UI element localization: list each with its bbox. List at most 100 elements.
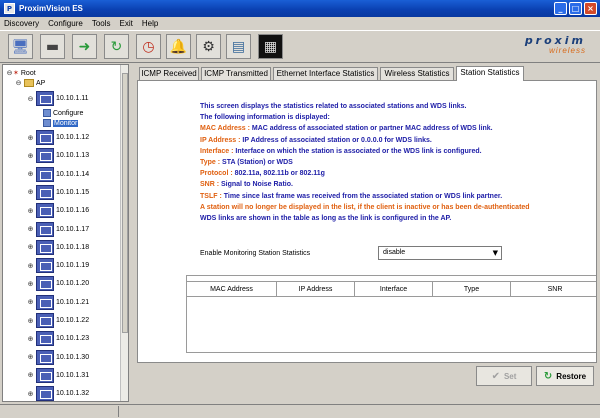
maximize-button[interactable]: □	[569, 2, 582, 15]
tab-ethernet-interface-statistics[interactable]: Ethernet Interface Statistics	[273, 67, 378, 80]
tree-node-label: 10.10.1.14	[56, 170, 90, 178]
settings-icon[interactable]: ⚙	[196, 34, 221, 59]
tree-node[interactable]: ⊕ 10.10.1.32	[27, 385, 90, 401]
menu-help[interactable]: Help	[142, 19, 158, 28]
tree-node-label: 10.10.1.23	[56, 335, 90, 343]
discover-icon[interactable]: 🖥	[8, 34, 33, 59]
tree-node[interactable]: ⊕ 10.10.1.16	[27, 202, 89, 219]
expander-icon[interactable]: ⊕	[27, 298, 34, 306]
expander-icon[interactable]: ⊕	[27, 390, 34, 398]
column-header-ip[interactable]: IP Address	[277, 282, 355, 297]
info-intro: This screen displays the statistics rela…	[200, 103, 467, 110]
folder-icon	[24, 79, 34, 87]
forward-arrow-icon[interactable]: ➜	[72, 34, 97, 59]
tree-node[interactable]: ⊕ 10.10.1.23	[27, 330, 89, 347]
expander-icon[interactable]: ⊕	[27, 335, 34, 343]
info-text: This screen displays the statistics rela…	[200, 101, 592, 224]
access-point-icon	[36, 386, 54, 401]
access-point-icon	[36, 313, 54, 328]
column-header-interface[interactable]: Interface	[355, 282, 433, 297]
refresh-icon[interactable]: ↻	[104, 34, 129, 59]
expander-icon[interactable]: ⊕	[27, 280, 34, 288]
status-separator	[118, 406, 119, 417]
table-header: MAC Address IP Address Interface Type SN…	[187, 281, 596, 297]
access-point-icon	[36, 91, 54, 106]
expander-icon[interactable]: ⊖	[15, 79, 22, 87]
info-tslf: TSLF : Time since last frame was receive…	[200, 192, 503, 200]
set-button[interactable]: ✔ Set	[476, 366, 532, 386]
tree-node[interactable]: ⊕ 10.10.1.30	[27, 349, 89, 366]
tree-node[interactable]: ⊕ 10.10.1.15	[27, 184, 89, 201]
proxim-logo: proxim wireless	[524, 34, 586, 55]
expander-icon[interactable]: ⊕	[27, 262, 34, 270]
tree-ap[interactable]: ⊖ AP	[15, 77, 45, 89]
access-point-icon	[36, 148, 54, 164]
info-warning: A station will no longer be displayed in…	[200, 203, 530, 211]
tree-node-label: 10.10.1.16	[56, 207, 90, 215]
menu-exit[interactable]: Exit	[120, 19, 133, 28]
info-wds-note: WDS links are shown in the table as long…	[200, 215, 452, 223]
tree-node-label: 10.10.1.12	[56, 134, 90, 141]
expander-icon[interactable]: ⊖	[6, 69, 13, 77]
station-table: MAC Address IP Address Interface Type SN…	[186, 275, 596, 353]
window-controls: _ □ ×	[554, 2, 597, 15]
expander-icon[interactable]: ⊕	[27, 152, 34, 160]
expander-icon[interactable]: ⊕	[27, 353, 34, 361]
report-icon[interactable]: ▤	[226, 34, 251, 59]
tree-node-label: 10.10.1.17	[56, 225, 90, 233]
tree-node[interactable]: ⊕ 10.10.1.22	[27, 312, 89, 329]
tree-node[interactable]: ⊕ 10.10.1.12	[27, 129, 89, 146]
expander-icon[interactable]: ⊕	[27, 371, 34, 379]
window-title: ProximVision ES	[19, 4, 83, 13]
tree-node[interactable]: ⊕ 10.10.1.13	[27, 147, 89, 164]
access-point-icon	[36, 367, 54, 383]
app-icon: P	[4, 3, 15, 14]
tree-node-label: 10.10.1.13	[56, 152, 90, 160]
tab-icmp-received[interactable]: ICMP Received	[139, 67, 199, 80]
tree-node-label: 10.10.1.32	[56, 390, 90, 398]
tab-icmp-transmitted[interactable]: ICMP Transmitted	[201, 67, 271, 80]
monitor-icon[interactable]: ▦	[258, 34, 283, 59]
alarm-bell-icon[interactable]: 🔔	[166, 34, 191, 59]
column-header-snr[interactable]: SNR	[511, 282, 596, 297]
tree-node[interactable]: ⊕ 10.10.1.19	[27, 257, 89, 274]
minimize-button[interactable]: _	[554, 2, 567, 15]
menu-discovery[interactable]: Discovery	[4, 19, 39, 28]
tree-item-monitor[interactable]: Monitor	[41, 117, 79, 129]
tree-node[interactable]: ⊕ 10.10.1.21	[27, 294, 89, 311]
expander-icon[interactable]: ⊕	[27, 170, 34, 178]
enable-monitoring-select[interactable]: disable ▼	[378, 246, 502, 260]
expander-icon[interactable]: ⊕	[27, 207, 34, 215]
tree-node[interactable]: ⊕ 10.10.1.18	[27, 239, 89, 256]
tree-node[interactable]: ⊕ 10.10.1.14	[27, 166, 89, 183]
info-mac: MAC Address : MAC address of associated …	[200, 125, 493, 133]
tree-node[interactable]: ⊕ 10.10.1.20	[27, 275, 89, 292]
expander-icon[interactable]: ⊖	[27, 95, 34, 103]
column-header-mac[interactable]: MAC Address	[187, 282, 277, 297]
scroll-thumb[interactable]	[122, 73, 128, 333]
tree-node[interactable]: ⊕ 10.10.1.17	[27, 221, 89, 238]
access-point-icon	[36, 331, 54, 347]
dropdown-arrow-icon[interactable]: ▼	[493, 247, 498, 259]
expander-icon[interactable]: ⊕	[27, 243, 34, 251]
info-snr: SNR : Signal to Noise Ratio.	[200, 181, 293, 189]
restore-button[interactable]: ↻ Restore	[536, 366, 594, 386]
menu-tools[interactable]: Tools	[92, 19, 111, 28]
tab-wireless-statistics[interactable]: Wireless Statistics	[380, 67, 454, 80]
expander-icon[interactable]: ⊕	[27, 317, 34, 325]
tree-node-label: 10.10.1.18	[56, 243, 90, 251]
info-following: The following information is displayed:	[200, 114, 330, 122]
menu-configure[interactable]: Configure	[48, 19, 83, 28]
expander-icon[interactable]: ⊕	[27, 134, 34, 142]
expander-icon[interactable]: ⊕	[27, 188, 34, 196]
disk-icon[interactable]: ▬	[40, 34, 65, 59]
expander-icon[interactable]: ⊕	[27, 225, 34, 233]
panel-splitter[interactable]	[131, 64, 136, 402]
column-header-type[interactable]: Type	[433, 282, 511, 297]
scheduler-icon[interactable]: ◷	[136, 34, 161, 59]
tree-node-selected[interactable]: ⊖ 10.10.1.11	[27, 90, 89, 107]
tree-node[interactable]: ⊕ 10.10.1.31	[27, 367, 89, 384]
tab-station-statistics[interactable]: Station Statistics	[456, 66, 524, 81]
tree-scrollbar[interactable]	[120, 65, 128, 401]
close-button[interactable]: ×	[584, 2, 597, 15]
